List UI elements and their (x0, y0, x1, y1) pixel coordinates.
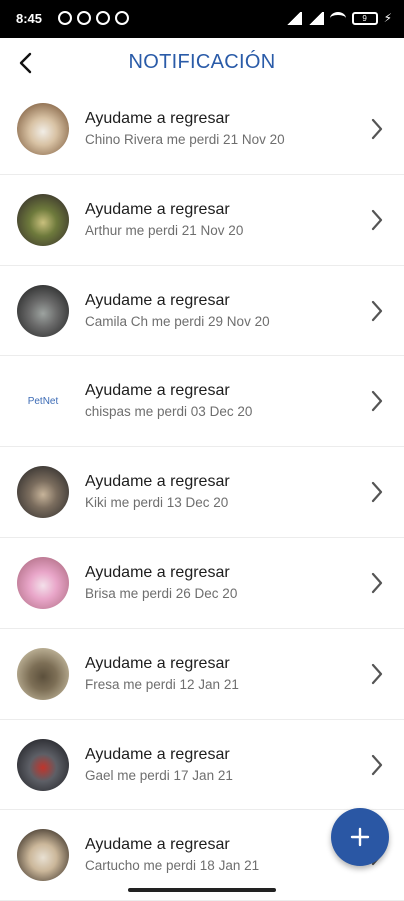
pet-avatar (17, 556, 69, 609)
notification-title: Ayudame a regresar (85, 291, 230, 309)
notification-subtitle: Fresa me perdi 12 Jan 21 (85, 676, 239, 692)
notification-item[interactable]: Ayudame a regresar Chino Rivera me perdi … (0, 84, 404, 175)
pet-avatar (17, 466, 69, 519)
notification-subtitle: Gael me perdi 17 Jan 21 (85, 767, 233, 783)
pet-avatar (17, 284, 69, 337)
chevron-right-icon (371, 482, 383, 503)
notification-subtitle: Brisa me perdi 26 Dec 20 (85, 585, 238, 601)
petnet-logo-avatar: PetNet (17, 375, 69, 428)
notification-title: Ayudame a regresar (85, 382, 230, 400)
notification-title: Ayudame a regresar (85, 745, 230, 763)
alarm-status-icon (77, 11, 91, 25)
notification-item[interactable]: Ayudame a regresar Camila Ch me perdi 29 … (0, 266, 404, 357)
chevron-right-icon (371, 300, 383, 321)
status-right: 9 ⚡ (285, 11, 392, 25)
notification-subtitle: Camila Ch me perdi 29 Nov 20 (85, 313, 270, 329)
pet-avatar (17, 738, 69, 791)
notification-item[interactable]: PetNet Ayudame a regresar chispas me perdi… (0, 356, 404, 448)
add-button[interactable] (331, 808, 389, 866)
status-time: 8:45 (16, 11, 43, 26)
notification-title: Ayudame a regresar (85, 200, 230, 218)
pet-avatar (17, 193, 69, 246)
notification-subtitle: Arthur me perdi 21 Nov 20 (85, 222, 244, 238)
home-indicator[interactable] (128, 888, 276, 892)
app-status-icon (96, 11, 110, 25)
notification-list: Ayudame a regresar Chino Rivera me perdi … (0, 84, 404, 901)
chevron-right-icon (371, 209, 383, 230)
notification-item[interactable]: Ayudame a regresar Arthur me perdi 21 Nov… (0, 175, 404, 266)
chevron-right-icon (371, 754, 383, 775)
pet-avatar (17, 103, 69, 155)
gear-status-icon (58, 11, 72, 25)
notification-title: Ayudame a regresar (85, 836, 230, 854)
notification-title: Ayudame a regresar (85, 654, 230, 672)
notification-item[interactable]: Ayudame a regresar Kiki me perdi 13 Dec 2… (0, 447, 404, 538)
app-status-icon-2 (115, 11, 129, 25)
notification-title: Ayudame a regresar (85, 563, 230, 581)
chevron-right-icon (371, 663, 383, 684)
status-notification-icons (58, 11, 129, 25)
header: NOTIFICACIÓN (0, 38, 404, 88)
signal-icon-2 (307, 11, 324, 25)
notification-subtitle: Chino Rivera me perdi 21 Nov 20 (85, 132, 285, 147)
logo-text: PetNet (27, 395, 59, 407)
chevron-right-icon (371, 391, 383, 412)
notification-title: Ayudame a regresar (85, 110, 230, 127)
pet-avatar (17, 647, 69, 700)
charging-icon: ⚡ (383, 11, 392, 25)
status-bar: 8:45 9 ⚡ (0, 0, 404, 38)
notification-item[interactable]: Ayudame a regresar Brisa me perdi 26 Dec … (0, 538, 404, 629)
notification-subtitle: chispas me perdi 03 Dec 20 (85, 404, 253, 420)
notification-item[interactable]: Ayudame a regresar Gael me perdi 17 Jan 2… (0, 720, 404, 811)
notification-subtitle: Cartucho me perdi 18 Jan 21 (85, 858, 260, 874)
pet-avatar (17, 829, 69, 882)
chevron-right-icon (371, 118, 383, 140)
page-title: NOTIFICACIÓN (128, 51, 276, 73)
battery-icon: 9 (351, 11, 378, 25)
wifi-icon (329, 11, 346, 25)
notification-subtitle: Kiki me perdi 13 Dec 20 (85, 495, 229, 511)
notification-item[interactable]: Ayudame a regresar Fresa me perdi 12 Jan … (0, 629, 404, 720)
signal-icon (285, 11, 302, 25)
chevron-right-icon (371, 572, 383, 594)
plus-icon (350, 827, 370, 847)
notification-title: Ayudame a regresar (85, 473, 230, 491)
